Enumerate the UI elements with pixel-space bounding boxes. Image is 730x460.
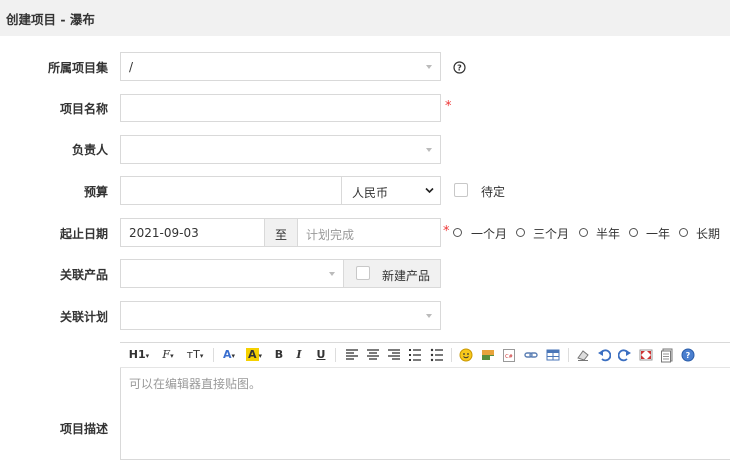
to-label: 至 xyxy=(275,228,288,242)
to-addon: 至 xyxy=(264,218,298,247)
bullet-list-icon[interactable] xyxy=(430,347,444,363)
dates-label: 起止日期 xyxy=(59,227,108,241)
required-mark: * xyxy=(445,99,452,114)
product-select[interactable] xyxy=(120,259,344,288)
project-set-label: 所属项目集 xyxy=(47,61,108,75)
budget-label: 预算 xyxy=(83,185,108,199)
tbd-checkbox[interactable] xyxy=(454,183,468,197)
underline-button[interactable]: U xyxy=(314,347,328,363)
page-title: 创建项目 - 瀑布 xyxy=(6,12,95,27)
project-name-label: 项目名称 xyxy=(59,102,108,116)
new-product-checkbox[interactable] xyxy=(356,266,370,280)
radio-long-term[interactable] xyxy=(679,228,688,237)
radio-label-one-month: 一个月 xyxy=(471,227,508,241)
budget-input[interactable] xyxy=(120,176,342,205)
svg-text:?: ? xyxy=(457,64,462,73)
end-date-input[interactable]: 计划完成 xyxy=(297,218,441,247)
align-right-icon[interactable] xyxy=(387,347,401,363)
eraser-icon[interactable] xyxy=(576,347,590,363)
end-date-placeholder: 计划完成 xyxy=(306,228,355,242)
redo-icon[interactable] xyxy=(618,347,632,363)
toolbar-divider xyxy=(335,348,336,362)
product-label: 关联产品 xyxy=(59,268,108,282)
bold-button[interactable]: B xyxy=(272,347,286,363)
fullscreen-icon[interactable] xyxy=(639,347,653,363)
image-icon[interactable] xyxy=(481,347,495,363)
radio-three-months[interactable] xyxy=(516,228,525,237)
start-date-value: 2021-09-03 xyxy=(129,226,199,240)
project-set-select[interactable]: / xyxy=(120,52,441,81)
new-product-addon[interactable]: 新建产品 xyxy=(343,259,441,288)
highlight-color-icon[interactable]: A ▾ xyxy=(244,347,264,363)
editor-toolbar: H1▾ F▾ тT▾ A▾ A ▾ B I U C# ? xyxy=(120,343,730,368)
editor-placeholder: 可以在编辑器直接贴图。 xyxy=(129,377,262,391)
table-icon[interactable] xyxy=(546,347,560,363)
svg-text:C#: C# xyxy=(505,354,513,360)
font-color-icon[interactable]: A▾ xyxy=(220,347,238,363)
currency-select[interactable]: 人民币 xyxy=(341,176,441,205)
emoji-icon[interactable] xyxy=(459,347,473,363)
radio-half-year[interactable] xyxy=(579,228,588,237)
chevron-down-icon xyxy=(426,314,432,318)
currency-value: 人民币 xyxy=(352,186,389,200)
italic-button[interactable]: I xyxy=(292,347,306,363)
help-icon[interactable]: ? xyxy=(453,61,466,74)
font-size-text: тT xyxy=(186,348,200,361)
toolbar-divider xyxy=(451,348,452,362)
start-date-input[interactable]: 2021-09-03 xyxy=(120,218,265,247)
chevron-down-icon xyxy=(329,272,335,276)
chevron-down-icon xyxy=(426,148,432,152)
font-family-button[interactable]: F▾ xyxy=(158,347,178,363)
owner-select[interactable] xyxy=(120,135,441,164)
svg-text:?: ? xyxy=(686,351,691,360)
radio-label-one-year: 一年 xyxy=(646,227,671,241)
link-icon[interactable] xyxy=(524,347,538,363)
heading-button[interactable]: H1▾ xyxy=(128,347,150,363)
radio-label-three-months: 三个月 xyxy=(533,227,570,241)
font-size-button[interactable]: тT▾ xyxy=(184,347,206,363)
project-set-value: / xyxy=(129,60,134,74)
description-label: 项目描述 xyxy=(59,422,108,436)
toolbar-divider xyxy=(568,348,569,362)
chevron-down-icon xyxy=(425,187,434,194)
tbd-label: 待定 xyxy=(481,185,506,199)
heading-text: H1 xyxy=(128,348,146,361)
toolbar-divider xyxy=(213,348,214,362)
align-center-icon[interactable] xyxy=(366,347,380,363)
undo-icon[interactable] xyxy=(597,347,611,363)
page-header: 创建项目 - 瀑布 xyxy=(0,0,730,36)
help-circle-icon[interactable]: ? xyxy=(681,347,695,363)
required-mark: * xyxy=(443,224,450,239)
radio-label-half-year: 半年 xyxy=(596,227,621,241)
plan-select[interactable] xyxy=(120,301,441,330)
chevron-down-icon xyxy=(426,65,432,69)
new-product-label: 新建产品 xyxy=(382,269,431,283)
ordered-list-icon[interactable] xyxy=(408,347,422,363)
project-name-input[interactable] xyxy=(120,94,441,122)
owner-label: 负责人 xyxy=(71,143,108,157)
radio-one-year[interactable] xyxy=(629,228,638,237)
radio-label-long-term: 长期 xyxy=(696,227,721,241)
font-family-text: F xyxy=(162,348,171,361)
template-icon[interactable] xyxy=(660,347,674,363)
radio-one-month[interactable] xyxy=(453,228,462,237)
plan-label: 关联计划 xyxy=(59,310,108,324)
align-left-icon[interactable] xyxy=(345,347,359,363)
code-icon[interactable]: C# xyxy=(502,347,516,363)
